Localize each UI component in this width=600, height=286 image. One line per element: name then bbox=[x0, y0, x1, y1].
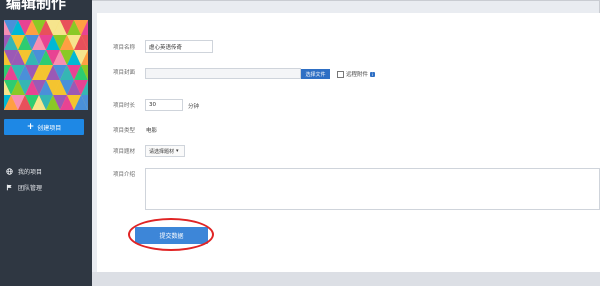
project-duration-label: 项目时长 bbox=[113, 103, 136, 109]
create-project-button[interactable]: + 创建项目 bbox=[4, 119, 84, 135]
project-intro-textarea[interactable] bbox=[145, 168, 600, 210]
project-cover-image bbox=[4, 20, 88, 110]
cover-file-path-input[interactable] bbox=[145, 68, 301, 79]
flag-icon bbox=[6, 184, 13, 191]
project-cover-label: 项目封面 bbox=[113, 70, 136, 76]
app-brand: 编辑制作 bbox=[6, 0, 67, 10]
theme-select-value: 请选择题材 bbox=[149, 148, 175, 155]
sidebar-item-label: 团队管理 bbox=[18, 185, 43, 192]
project-theme-select[interactable]: 请选择题材 ▾ bbox=[145, 145, 185, 157]
duration-unit: 分钟 bbox=[188, 104, 200, 110]
project-type-value: 电影 bbox=[146, 128, 158, 134]
globe-icon bbox=[6, 168, 13, 175]
project-name-label: 项目名称 bbox=[113, 45, 136, 51]
project-type-label: 项目类型 bbox=[113, 128, 136, 134]
project-name-value: 虐心英语传奇 bbox=[149, 44, 183, 51]
remote-attachment-checkbox[interactable] bbox=[337, 70, 344, 78]
project-duration-input[interactable]: 30 bbox=[145, 99, 183, 111]
submit-button[interactable]: 提交数据 bbox=[135, 227, 208, 244]
plus-icon: + bbox=[26, 121, 35, 132]
remote-attachment-label: 远程附件 bbox=[346, 72, 369, 78]
project-intro-label: 项目介绍 bbox=[113, 172, 136, 178]
footer-band bbox=[92, 272, 600, 286]
sidebar-item-team[interactable]: 团队管理 bbox=[6, 183, 42, 192]
caret-down-icon: ▾ bbox=[176, 148, 179, 154]
create-project-label: 创建项目 bbox=[37, 124, 62, 132]
remote-attachment-option[interactable]: 远程附件 i bbox=[337, 70, 376, 78]
project-theme-label: 项目题材 bbox=[113, 149, 136, 155]
choose-file-button[interactable]: 选择文件 bbox=[301, 69, 330, 79]
sidebar-item-label: 我的项目 bbox=[18, 169, 43, 176]
geometric-pattern bbox=[4, 20, 88, 110]
project-name-input[interactable]: 虐心英语传奇 bbox=[145, 40, 213, 53]
info-icon[interactable]: i bbox=[370, 71, 376, 77]
sidebar: 编辑制作 + 创建项目 我的项目 团队管理 bbox=[0, 0, 92, 286]
sidebar-item-my-projects[interactable]: 我的项目 bbox=[6, 167, 42, 176]
duration-value: 30 bbox=[149, 102, 156, 108]
